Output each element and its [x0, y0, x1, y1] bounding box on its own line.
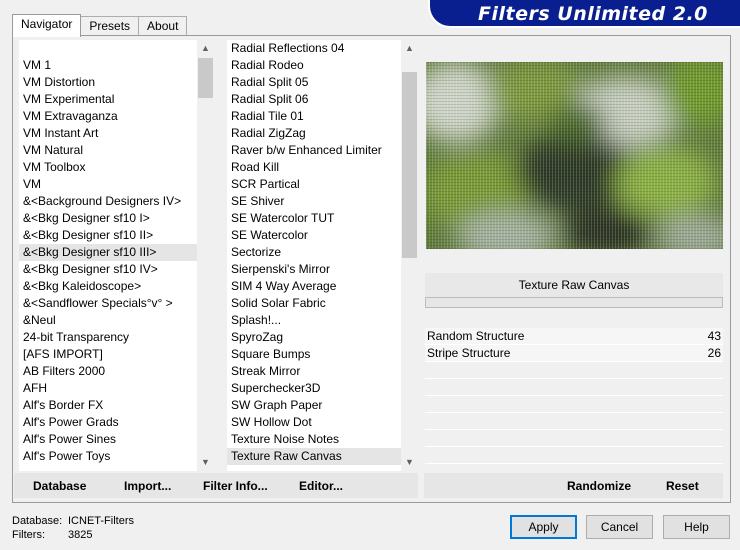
- filter-item[interactable]: Texture Noise Notes: [227, 431, 401, 448]
- scroll-down-icon[interactable]: ▼: [197, 454, 214, 471]
- category-item[interactable]: VM Experimental: [19, 91, 197, 108]
- category-item[interactable]: Alf's Power Grads: [19, 414, 197, 431]
- category-item[interactable]: &<Bkg Designer sf10 I>: [19, 210, 197, 227]
- filter-item[interactable]: Radial Reflections 04: [227, 40, 401, 57]
- randomize-button[interactable]: Randomize: [567, 479, 631, 493]
- current-filter-name: Texture Raw Canvas: [425, 273, 723, 297]
- filter-item[interactable]: SW Graph Paper: [227, 397, 401, 414]
- category-item[interactable]: 24-bit Transparency: [19, 329, 197, 346]
- category-item[interactable]: VM 1: [19, 57, 197, 74]
- param-row-empty: [425, 413, 723, 430]
- filter-item[interactable]: Sierpenski's Mirror: [227, 261, 401, 278]
- filter-item[interactable]: Radial Split 06: [227, 91, 401, 108]
- filter-item[interactable]: SE Watercolor: [227, 227, 401, 244]
- category-item[interactable]: &<Sandflower Specials°v° >: [19, 295, 197, 312]
- filter-item[interactable]: SCR Partical: [227, 176, 401, 193]
- filter-item[interactable]: Streak Mirror: [227, 363, 401, 380]
- tab-about[interactable]: About: [138, 16, 188, 36]
- category-item[interactable]: [AFS IMPORT]: [19, 346, 197, 363]
- tab-presets[interactable]: Presets: [80, 16, 140, 36]
- param-label: Random Structure: [427, 329, 525, 343]
- filter-item[interactable]: Square Bumps: [227, 346, 401, 363]
- filter-item[interactable]: Road Kill: [227, 159, 401, 176]
- filter-item[interactable]: Radial Tile 01: [227, 108, 401, 125]
- category-item[interactable]: &<Bkg Kaleidoscope>: [19, 278, 197, 295]
- filter-item[interactable]: SIM 4 Way Average: [227, 278, 401, 295]
- category-item[interactable]: VM Distortion: [19, 74, 197, 91]
- filter-item[interactable]: Superchecker3D: [227, 380, 401, 397]
- filters-count: 3825: [68, 529, 93, 541]
- category-item[interactable]: &<Bkg Designer sf10 IV>: [19, 261, 197, 278]
- param-row-empty: [425, 362, 723, 379]
- filter-item[interactable]: Raver b/w Enhanced Limiter: [227, 142, 401, 159]
- category-item[interactable]: Alf's Border FX: [19, 397, 197, 414]
- filter-item[interactable]: Splash!...: [227, 312, 401, 329]
- reset-button[interactable]: Reset: [666, 479, 699, 493]
- category-item[interactable]: VM: [19, 176, 197, 193]
- scroll-thumb[interactable]: [198, 58, 213, 98]
- scroll-up-icon[interactable]: ▲: [401, 40, 418, 57]
- help-button[interactable]: Help: [663, 515, 730, 539]
- category-item[interactable]: &Neul: [19, 312, 197, 329]
- filter-item[interactable]: Solid Solar Fabric: [227, 295, 401, 312]
- database-button[interactable]: Database: [33, 479, 86, 493]
- category-item[interactable]: VM Instant Art: [19, 125, 197, 142]
- param-row-empty: [425, 447, 723, 464]
- cancel-button[interactable]: Cancel: [586, 515, 653, 539]
- param-row-empty: [425, 430, 723, 447]
- progress-bar: [425, 297, 723, 308]
- param-row-random-structure[interactable]: Random Structure 43: [425, 328, 723, 345]
- category-item[interactable]: AFH: [19, 380, 197, 397]
- tab-bar: Navigator Presets About: [12, 14, 188, 37]
- filter-item[interactable]: Radial Split 05: [227, 74, 401, 91]
- tab-navigator[interactable]: Navigator: [12, 14, 82, 37]
- category-item[interactable]: Alf's Power Toys: [19, 448, 197, 465]
- param-value[interactable]: 43: [708, 328, 721, 344]
- preview-image: [411, 57, 740, 262]
- category-item[interactable]: VM Toolbox: [19, 159, 197, 176]
- parameter-list: Random Structure 43 Stripe Structure 26: [425, 328, 723, 468]
- category-scrollbar[interactable]: ▲ ▼: [197, 40, 214, 471]
- filter-item[interactable]: Texture Raw Canvas: [227, 448, 401, 465]
- editor-button[interactable]: Editor...: [299, 479, 343, 493]
- filter-item[interactable]: SpyroZag: [227, 329, 401, 346]
- category-list[interactable]: VM 1 VM Distortion VM Experimental VM Extra…: [19, 40, 197, 471]
- app-title: Filters Unlimited 2.0: [478, 3, 708, 25]
- category-item[interactable]: &<Background Designers IV>: [19, 193, 197, 210]
- database-value: ICNET-Filters: [68, 515, 134, 527]
- filter-scrollbar[interactable]: ▲ ▼: [401, 40, 418, 471]
- category-item[interactable]: &<Bkg Designer sf10 III>: [19, 244, 197, 261]
- preview-texture: [411, 57, 740, 262]
- scroll-down-icon[interactable]: ▼: [401, 454, 418, 471]
- filter-item[interactable]: Radial Rodeo: [227, 57, 401, 74]
- param-row-empty: [425, 379, 723, 396]
- filter-item[interactable]: SE Watercolor TUT: [227, 210, 401, 227]
- param-row-stripe-structure[interactable]: Stripe Structure 26: [425, 345, 723, 362]
- category-item[interactable]: Alf's Power Sines: [19, 431, 197, 448]
- param-label: Stripe Structure: [427, 346, 511, 360]
- filters-label: Filters:: [12, 529, 45, 541]
- filter-item[interactable]: SE Shiver: [227, 193, 401, 210]
- database-label: Database:: [12, 515, 63, 527]
- filter-item[interactable]: Sectorize: [227, 244, 401, 261]
- right-button-bar: Randomize Reset: [424, 473, 723, 498]
- category-item[interactable]: VM Extravaganza: [19, 108, 197, 125]
- category-item[interactable]: &<Bkg Designer sf10 II>: [19, 227, 197, 244]
- scroll-thumb[interactable]: [402, 72, 417, 258]
- import-button[interactable]: Import...: [124, 479, 171, 493]
- scroll-up-icon[interactable]: ▲: [197, 40, 214, 57]
- left-button-bar: Database Import... Filter Info... Editor…: [14, 473, 418, 498]
- filter-item[interactable]: Radial ZigZag: [227, 125, 401, 142]
- apply-button[interactable]: Apply: [510, 515, 577, 539]
- category-item[interactable]: VM Natural: [19, 142, 197, 159]
- filter-info-button[interactable]: Filter Info...: [203, 479, 268, 493]
- filter-item[interactable]: SW Hollow Dot: [227, 414, 401, 431]
- param-row-empty: [425, 396, 723, 413]
- filter-list[interactable]: Radial Reflections 04 Radial Rodeo Radial …: [227, 40, 401, 471]
- param-value[interactable]: 26: [708, 345, 721, 361]
- category-item[interactable]: AB Filters 2000: [19, 363, 197, 380]
